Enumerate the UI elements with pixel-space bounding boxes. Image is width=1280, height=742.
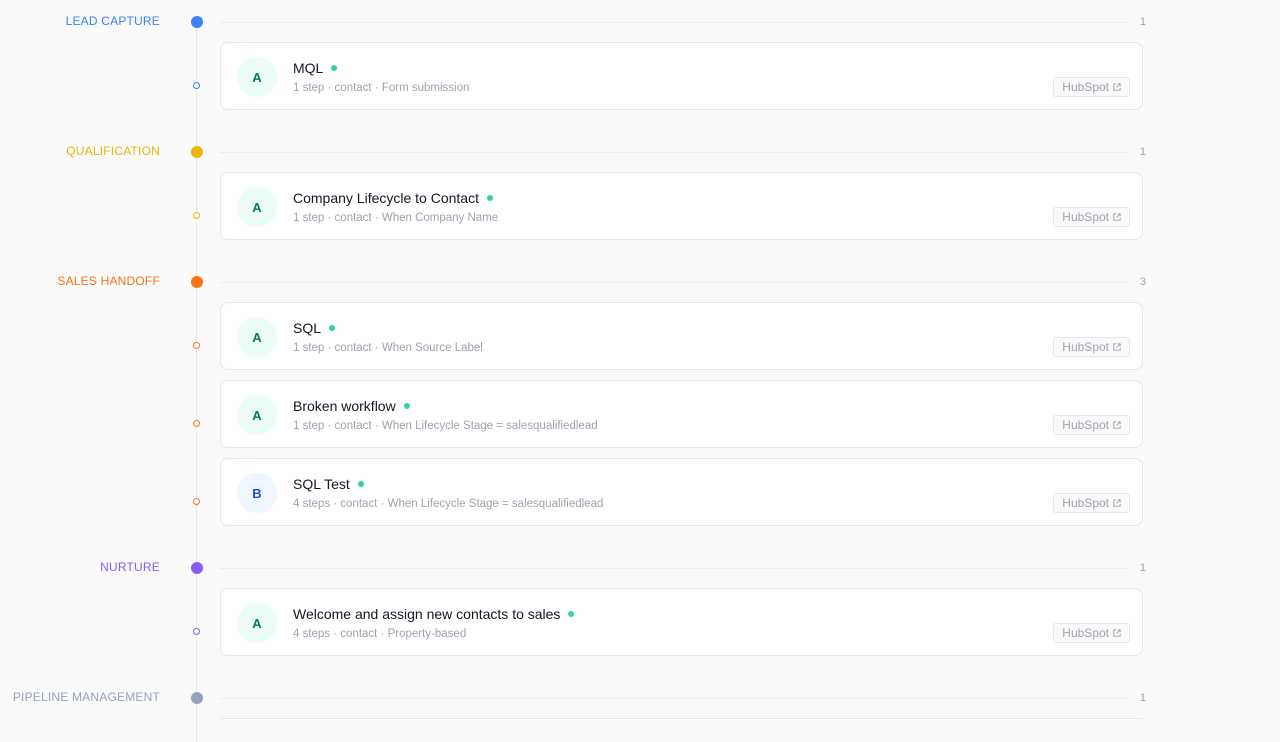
timeline-node	[193, 342, 200, 349]
workflow-title: MQL	[293, 60, 338, 76]
workflow-card-sql[interactable]: A SQL 1 step · contact · When Source Lab…	[220, 302, 1143, 370]
workflow-title-text: Company Lifecycle to Contact	[293, 190, 479, 206]
workflow-title: SQL Test	[293, 476, 364, 492]
workflow-title-text: MQL	[293, 60, 324, 76]
stage-divider	[220, 152, 1130, 153]
button-label: HubSpot	[1062, 418, 1109, 432]
timeline-node	[193, 82, 200, 89]
workflow-avatar: A	[237, 603, 277, 643]
button-label: HubSpot	[1062, 626, 1109, 640]
button-label: HubSpot	[1062, 340, 1109, 354]
open-in-hubspot-button[interactable]: HubSpot	[1053, 207, 1130, 227]
stage-label-nurture: NURTURE	[100, 560, 160, 574]
button-label: HubSpot	[1062, 210, 1109, 224]
stage-divider	[220, 568, 1130, 569]
stage-dot	[191, 562, 203, 574]
workflow-title: Welcome and assign new contacts to sales	[293, 606, 575, 622]
workflow-meta: 1 step · contact · When Lifecycle Stage …	[293, 420, 598, 432]
external-link-icon	[1113, 83, 1121, 91]
open-in-hubspot-button[interactable]: HubSpot	[1053, 415, 1130, 435]
workflow-avatar: B	[237, 473, 277, 513]
workflow-meta: 1 step · contact · When Company Name	[293, 212, 499, 224]
workflow-avatar: A	[237, 187, 277, 227]
stage-divider	[220, 698, 1130, 699]
workflow-card-company-lifecycle[interactable]: A Company Lifecycle to Contact 1 step · …	[220, 172, 1143, 240]
workflow-card-welcome-assign[interactable]: A Welcome and assign new contacts to sal…	[220, 588, 1143, 656]
status-active-dot	[486, 195, 493, 201]
workflow-title: SQL	[293, 320, 336, 336]
external-link-icon	[1113, 343, 1121, 351]
status-active-dot	[329, 325, 336, 331]
status-active-dot	[357, 481, 364, 487]
workflow-meta: 1 step · contact · When Source Label	[293, 342, 483, 354]
stage-dot	[191, 16, 203, 28]
stage-dot	[191, 146, 203, 158]
workflow-card-mql[interactable]: A MQL 1 step · contact · Form submission…	[220, 42, 1143, 110]
open-in-hubspot-button[interactable]: HubSpot	[1053, 77, 1130, 97]
workflow-title-text: Welcome and assign new contacts to sales	[293, 606, 561, 622]
stage-count: 1	[1139, 16, 1146, 28]
stage-count: 1	[1139, 692, 1146, 704]
workflow-avatar: A	[237, 317, 277, 357]
workflow-title-text: Broken workflow	[293, 398, 396, 414]
stage-divider	[220, 282, 1130, 283]
status-active-dot	[331, 65, 338, 71]
stage-dot	[191, 692, 203, 704]
stage-count: 1	[1139, 562, 1146, 574]
external-link-icon	[1113, 629, 1121, 637]
open-in-hubspot-button[interactable]: HubSpot	[1053, 493, 1130, 513]
workflow-meta: 1 step · contact · Form submission	[293, 82, 470, 94]
timeline-node	[193, 212, 200, 219]
status-active-dot	[403, 403, 410, 409]
workflow-title-text: SQL Test	[293, 476, 350, 492]
status-active-dot	[568, 611, 575, 617]
stage-label-qualification: QUALIFICATION	[66, 144, 160, 158]
workflow-title: Company Lifecycle to Contact	[293, 190, 493, 206]
stage-count: 1	[1139, 146, 1146, 158]
stage-divider	[220, 22, 1130, 23]
stage-label-pipeline-management: PIPELINE MANAGEMENT	[12, 690, 160, 704]
timeline-node	[193, 628, 200, 635]
open-in-hubspot-button[interactable]: HubSpot	[1053, 337, 1130, 357]
button-label: HubSpot	[1062, 80, 1109, 94]
workflow-card-broken-workflow[interactable]: A Broken workflow 1 step · contact · Whe…	[220, 380, 1143, 448]
external-link-icon	[1113, 421, 1121, 429]
workflow-card-sql-test[interactable]: B SQL Test 4 steps · contact · When Life…	[220, 458, 1143, 526]
stage-dot	[191, 276, 203, 288]
workflow-avatar: A	[237, 395, 277, 435]
workflow-title-text: SQL	[293, 320, 322, 336]
workflow-title: Broken workflow	[293, 398, 410, 414]
stage-label-lead-capture: LEAD CAPTURE	[65, 14, 160, 28]
stage-label-sales-handoff: SALES HANDOFF	[57, 274, 160, 288]
button-label: HubSpot	[1062, 496, 1109, 510]
open-in-hubspot-button[interactable]: HubSpot	[1053, 623, 1130, 643]
workflow-meta: 4 steps · contact · When Lifecycle Stage…	[293, 498, 604, 510]
external-link-icon	[1113, 499, 1121, 507]
stage-count: 3	[1139, 276, 1146, 288]
timeline-node	[193, 420, 200, 427]
external-link-icon	[1113, 213, 1121, 221]
timeline-node	[193, 498, 200, 505]
workflow-avatar: A	[237, 57, 277, 97]
workflow-meta: 4 steps · contact · Property-based	[293, 628, 467, 640]
